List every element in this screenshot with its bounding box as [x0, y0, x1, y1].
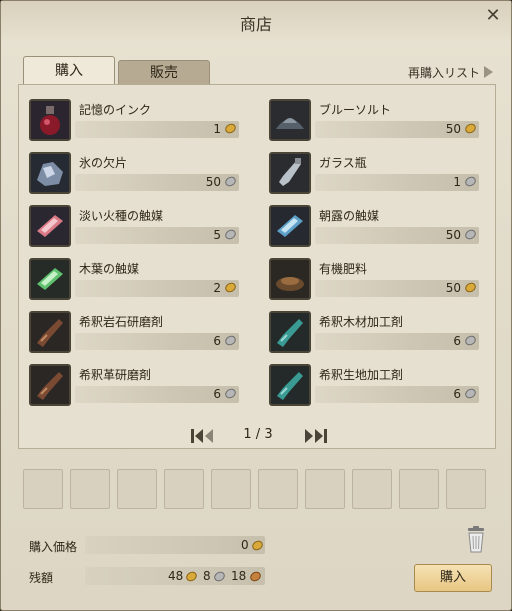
shop-item[interactable]: 木葉の触媒 2 — [29, 258, 239, 302]
pagination: 1 / 3 — [19, 425, 497, 445]
silver-coin-icon — [465, 335, 476, 346]
purchase-price-bar — [85, 536, 265, 554]
item-name: 有機肥料 — [319, 262, 368, 276]
item-list-panel: 記憶のインク 1 ブルーソルト 50 氷の欠片 50 ガラス瓶 1 淡い火種の触… — [18, 84, 496, 449]
item-price: 6 — [453, 334, 461, 348]
cart-slot[interactable] — [446, 469, 486, 509]
cart-slot[interactable] — [305, 469, 345, 509]
shop-item[interactable]: 朝露の触媒 50 — [269, 205, 479, 249]
fertilizer-pile-icon — [269, 258, 311, 300]
cart-slots — [23, 469, 491, 511]
item-price: 1 — [213, 122, 221, 136]
item-price: 50 — [445, 281, 461, 295]
close-icon[interactable]: ✕ — [483, 6, 503, 26]
silver-coin-icon — [225, 335, 236, 346]
rebuy-list-label: 再購入リスト — [407, 66, 480, 80]
silver-coin-icon — [465, 176, 476, 187]
shop-item[interactable]: 希釈生地加工剤 6 — [269, 364, 479, 408]
cart-slot[interactable] — [258, 469, 298, 509]
gold-coin-icon — [465, 282, 476, 293]
shop-item[interactable]: 氷の欠片 50 — [29, 152, 239, 196]
silver-coin-icon — [214, 571, 225, 582]
chevron-right-icon — [484, 66, 493, 78]
item-name: 希釈革研磨剤 — [79, 368, 152, 382]
cart-slot[interactable] — [211, 469, 251, 509]
silver-coin-icon — [225, 229, 236, 240]
teal-polish-brush-icon — [269, 311, 311, 353]
item-price: 5 — [213, 228, 221, 242]
purchase-price-label: 購入価格 — [29, 540, 78, 554]
rebuy-list-link[interactable]: 再購入リスト — [408, 64, 493, 81]
shop-item[interactable]: 記憶のインク 1 — [29, 99, 239, 143]
item-price: 1 — [453, 175, 461, 189]
purchase-price-value: 0 — [241, 538, 249, 552]
gold-coin-icon — [186, 571, 197, 582]
shop-item[interactable]: ブルーソルト 50 — [269, 99, 479, 143]
ice-shard-icon — [29, 152, 71, 194]
item-name: 氷の欠片 — [79, 156, 128, 170]
item-name: 朝露の触媒 — [319, 209, 380, 223]
silver-coin-icon — [465, 388, 476, 399]
item-name: ガラス瓶 — [319, 156, 367, 170]
item-price: 2 — [213, 281, 221, 295]
shop-item[interactable]: 希釈岩石研磨剤 6 — [29, 311, 239, 355]
silver-coin-icon — [225, 176, 236, 187]
silver-coin-icon — [465, 229, 476, 240]
cart-slot[interactable] — [23, 469, 63, 509]
item-price: 50 — [445, 122, 461, 136]
item-name: 淡い火種の触媒 — [79, 209, 164, 223]
glass-bottle-icon — [269, 152, 311, 194]
blue-catalyst-crystal-icon — [269, 205, 311, 247]
page-indicator: 1 / 3 — [243, 427, 273, 442]
tab-sell[interactable]: 販売 — [118, 60, 210, 84]
cart-slot[interactable] — [70, 469, 110, 509]
cart-slot[interactable] — [164, 469, 204, 509]
item-price: 50 — [205, 175, 221, 189]
gold-coin-icon — [252, 540, 263, 551]
trash-icon[interactable] — [463, 526, 489, 554]
silver-coin-icon — [225, 388, 236, 399]
last-page-icon[interactable] — [301, 428, 329, 444]
title-bar[interactable]: 商店 ✕ — [1, 1, 511, 41]
item-name: 希釈岩石研磨剤 — [79, 315, 164, 329]
item-name: 記憶のインク — [79, 103, 152, 117]
shop-item[interactable]: 希釈木材加工剤 6 — [269, 311, 479, 355]
brown-polish-brush-icon — [29, 364, 71, 406]
shop-window: 商店 ✕ 購入 販売 再購入リスト 記憶のインク 1 ブルーソルト 50 氷の欠… — [0, 0, 512, 611]
cart-slot[interactable] — [399, 469, 439, 509]
item-price: 6 — [213, 387, 221, 401]
item-price: 50 — [445, 228, 461, 242]
buy-button[interactable]: 購入 — [414, 564, 492, 592]
balance-gold: 48 — [168, 569, 184, 583]
red-ink-bottle-icon — [29, 99, 71, 141]
pink-catalyst-crystal-icon — [29, 205, 71, 247]
teal-polish-brush-icon — [269, 364, 311, 406]
cart-slot[interactable] — [352, 469, 392, 509]
gold-coin-icon — [465, 123, 476, 134]
item-name: 希釈生地加工剤 — [319, 368, 404, 382]
shop-item[interactable]: ガラス瓶 1 — [269, 152, 479, 196]
item-name: 木葉の触媒 — [79, 262, 140, 276]
gold-coin-icon — [225, 123, 236, 134]
blue-salt-pile-icon — [269, 99, 311, 141]
tab-buy[interactable]: 購入 — [23, 56, 115, 86]
gold-coin-icon — [225, 282, 236, 293]
shop-item[interactable]: 淡い火種の触媒 5 — [29, 205, 239, 249]
window-title: 商店 — [239, 15, 272, 34]
balance-label: 残額 — [29, 571, 54, 585]
item-price: 6 — [213, 334, 221, 348]
shop-item[interactable]: 希釈革研磨剤 6 — [29, 364, 239, 408]
green-catalyst-crystal-icon — [29, 258, 71, 300]
shop-item[interactable]: 有機肥料 50 — [269, 258, 479, 302]
item-price: 6 — [453, 387, 461, 401]
item-name: 希釈木材加工剤 — [319, 315, 404, 329]
cart-slot[interactable] — [117, 469, 157, 509]
balance-copper: 18 — [231, 569, 247, 583]
item-name: ブルーソルト — [319, 103, 392, 117]
balance-silver: 8 — [203, 569, 211, 583]
copper-coin-icon — [250, 571, 261, 582]
brown-polish-brush-icon — [29, 311, 71, 353]
